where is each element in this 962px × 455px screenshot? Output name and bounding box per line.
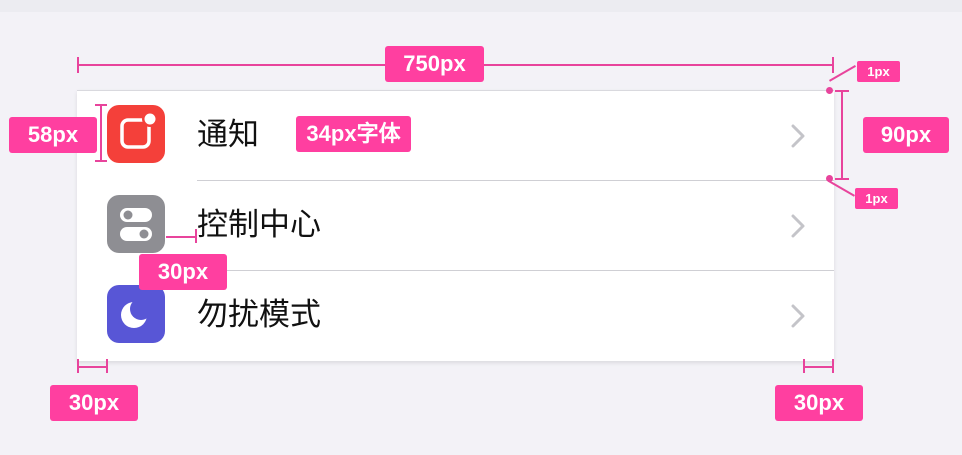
icon-size-tick-bottom (95, 160, 107, 162)
border-top-marker (826, 87, 833, 94)
row-label-do-not-disturb: 勿扰模式 (197, 297, 321, 333)
width-dimension-tick-right (832, 57, 834, 73)
settings-list-card: 通知 控制中心 勿扰模式 (77, 90, 834, 361)
icon-size-dimension-line (100, 104, 102, 162)
control-center-icon (107, 195, 165, 253)
gap-annotation-label: 30px (139, 254, 227, 290)
row-height-dimension-line (841, 90, 843, 180)
row-height-tick-top (835, 90, 849, 92)
row-label-notifications: 通知 (197, 117, 259, 153)
gap-tick-right (195, 229, 197, 243)
chevron-right-icon (791, 124, 805, 148)
row-height-tick-bottom (835, 178, 849, 180)
moon-icon (107, 285, 165, 343)
gap-dimension-line (166, 236, 197, 238)
chevron-right-icon (791, 214, 805, 238)
right-margin-dimension-line (803, 366, 834, 368)
left-margin-tick-right (106, 359, 108, 373)
left-margin-annotation-label: 30px (50, 385, 138, 421)
right-margin-tick-right (832, 359, 834, 373)
icon-size-annotation-label: 58px (9, 117, 97, 153)
width-dimension-tick-left (77, 57, 79, 73)
icon-size-tick-top (95, 104, 107, 106)
settings-row-notifications[interactable]: 通知 (77, 91, 834, 181)
notification-icon (107, 105, 165, 163)
chevron-right-icon (791, 304, 805, 328)
row-label-control-center: 控制中心 (197, 207, 321, 243)
right-margin-annotation-label: 30px (775, 385, 863, 421)
width-annotation-label: 750px (385, 46, 484, 82)
row-height-annotation-label: 90px (863, 117, 949, 153)
border-top-annotation-label: 1px (857, 61, 900, 82)
border-bottom-annotation-label: 1px (855, 188, 898, 209)
left-margin-tick-left (77, 359, 79, 373)
top-background-band (0, 0, 962, 12)
left-margin-dimension-line (77, 366, 108, 368)
font-size-annotation-label: 34px字体 (296, 116, 411, 152)
right-margin-tick-left (803, 359, 805, 373)
